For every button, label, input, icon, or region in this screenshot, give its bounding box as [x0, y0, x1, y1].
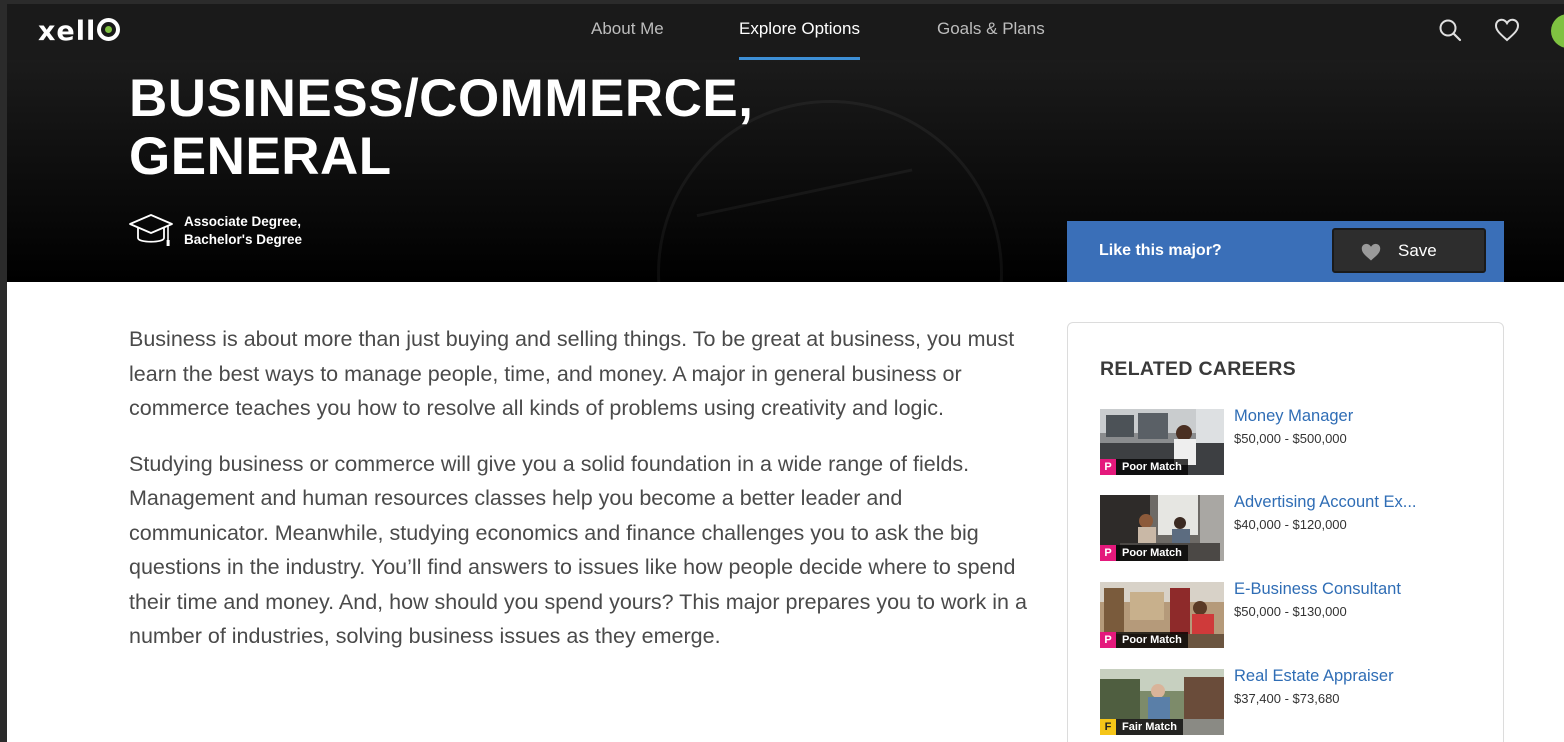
page-title: BUSINESS/COMMERCE, GENERAL	[129, 69, 754, 186]
graduation-cap-icon	[129, 214, 173, 246]
description-paragraph: Business is about more than just buying …	[129, 327, 1015, 420]
career-thumbnail[interactable]: F Fair Match	[1100, 669, 1224, 735]
match-badge: P Poor Match	[1100, 545, 1188, 561]
tab-explore-options[interactable]: Explore Options	[739, 19, 860, 60]
match-label: Poor Match	[1122, 461, 1182, 473]
major-description: Business is about more than just buying …	[129, 322, 1029, 675]
degree-associate: Associate Degree,	[184, 214, 302, 229]
match-label: Poor Match	[1122, 634, 1182, 646]
heart-filled-icon	[1361, 243, 1381, 261]
match-letter: P	[1100, 545, 1116, 561]
degree-types: Associate Degree, Bachelor's Degree	[184, 213, 302, 249]
tab-about-me[interactable]: About Me	[591, 19, 664, 39]
career-item[interactable]: F Fair Match Real Estate Appraiser $37,40…	[1100, 667, 1500, 735]
like-major-bar: Like this major? Save	[1067, 221, 1504, 282]
match-letter: F	[1100, 719, 1116, 735]
related-careers-card: RELATED CAREERS P Poor Match Money Manage	[1067, 322, 1504, 742]
save-button[interactable]: Save	[1332, 228, 1486, 273]
match-letter: P	[1100, 632, 1116, 648]
career-thumbnail[interactable]: P Poor Match	[1100, 495, 1224, 561]
career-item[interactable]: P Poor Match E-Business Consultant $50,00…	[1100, 580, 1500, 648]
related-careers-title: RELATED CAREERS	[1100, 358, 1296, 380]
match-letter: P	[1100, 459, 1116, 475]
tab-goals-plans[interactable]: Goals & Plans	[937, 19, 1045, 39]
avatar[interactable]	[1551, 14, 1564, 48]
career-item[interactable]: P Poor Match Advertising Account Ex... $4…	[1100, 493, 1500, 561]
save-label: Save	[1398, 241, 1437, 260]
career-salary: $50,000 - $130,000	[1234, 604, 1347, 619]
like-question: Like this major?	[1099, 242, 1222, 259]
description-paragraph: Studying business or commerce will give …	[129, 451, 1027, 649]
degree-bachelor: Bachelor's Degree	[184, 232, 303, 247]
top-navigation: xell About Me Explore Options Goals & Pl…	[7, 4, 1564, 61]
match-label: Fair Match	[1122, 721, 1178, 733]
career-name-link[interactable]: Money Manager	[1234, 407, 1353, 426]
career-thumbnail[interactable]: P Poor Match	[1100, 582, 1224, 648]
career-salary: $37,400 - $73,680	[1234, 691, 1340, 706]
browser-viewport: xell About Me Explore Options Goals & Pl…	[7, 4, 1564, 742]
search-icon[interactable]	[1436, 16, 1464, 44]
career-item[interactable]: P Poor Match Money Manager $50,000 - $500…	[1100, 407, 1500, 475]
career-name-link[interactable]: Real Estate Appraiser	[1234, 667, 1394, 686]
career-name-link[interactable]: Advertising Account Ex...	[1234, 493, 1417, 512]
career-name-link[interactable]: E-Business Consultant	[1234, 580, 1401, 599]
match-badge: P Poor Match	[1100, 459, 1188, 475]
heart-icon[interactable]	[1493, 16, 1521, 44]
match-badge: P Poor Match	[1100, 632, 1188, 648]
match-label: Poor Match	[1122, 547, 1182, 559]
career-thumbnail[interactable]: P Poor Match	[1100, 409, 1224, 475]
career-salary: $40,000 - $120,000	[1234, 517, 1347, 532]
xello-logo[interactable]: xell	[38, 16, 121, 47]
career-salary: $50,000 - $500,000	[1234, 431, 1347, 446]
match-badge: F Fair Match	[1100, 719, 1184, 735]
